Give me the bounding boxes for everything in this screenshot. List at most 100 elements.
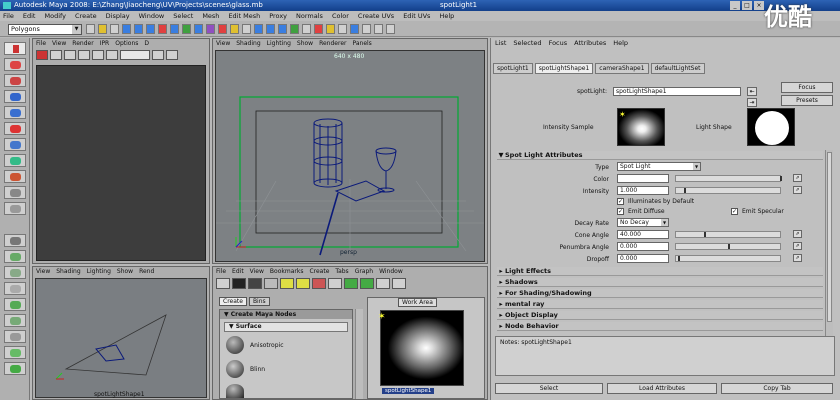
layout-outliner-button[interactable] <box>4 282 26 295</box>
go-to-input-icon[interactable]: ⇤ <box>747 87 757 96</box>
layout-hypershade-button[interactable] <box>4 266 26 279</box>
menu-file[interactable]: File <box>3 11 14 21</box>
menu-create-uvs[interactable]: Create UVs <box>358 11 394 21</box>
intensity-slider-handle[interactable] <box>684 188 686 193</box>
shadows-header[interactable]: ▸ Shadows <box>497 278 823 287</box>
menu-edit[interactable]: Edit <box>23 11 36 21</box>
node-blinn[interactable]: Blinn <box>226 360 265 378</box>
menu-create[interactable]: Create <box>75 11 97 21</box>
hs-clear-icon[interactable] <box>328 278 342 289</box>
render-icon[interactable] <box>36 50 48 60</box>
minimize-button[interactable]: _ <box>730 1 740 10</box>
layout-custom-button[interactable] <box>4 362 26 375</box>
layout-dope-sheet-button[interactable] <box>4 346 26 359</box>
layout-four-button[interactable] <box>4 202 26 215</box>
rv-menu-ipr[interactable]: IPR <box>100 39 110 48</box>
dropoff-map-button[interactable]: ⇗ <box>793 254 802 262</box>
menu-edit-uvs[interactable]: Edit UVs <box>403 11 430 21</box>
history-icon[interactable] <box>302 24 311 34</box>
lv-menu-lighting[interactable]: Lighting <box>87 267 111 276</box>
mask-dynamic-icon[interactable] <box>218 24 227 34</box>
persp-menu-view[interactable]: View <box>216 39 230 48</box>
select-object-icon[interactable] <box>134 24 143 34</box>
hs-menu-graph[interactable]: Graph <box>355 267 373 276</box>
cone-angle-map-button[interactable]: ⇗ <box>793 230 802 238</box>
ae-tab-camerashape1[interactable]: cameraShape1 <box>595 63 649 74</box>
layout-persp-outliner-button[interactable] <box>4 234 26 247</box>
mental-ray-header[interactable]: ▸ mental ray <box>497 300 823 309</box>
ae-scrollbar-thumb[interactable] <box>827 152 832 322</box>
menu-mesh[interactable]: Mesh <box>202 11 219 21</box>
type-dropdown[interactable]: Spot Light ▼ <box>617 162 701 171</box>
hs-tab-bins[interactable]: Bins <box>248 297 270 306</box>
intensity-map-button[interactable]: ⇗ <box>793 186 802 194</box>
remove-image-icon[interactable] <box>106 50 118 60</box>
color-swatch[interactable] <box>617 174 669 183</box>
presets-button[interactable]: Presets <box>781 95 833 106</box>
render-view-canvas[interactable] <box>36 65 206 261</box>
layout-single-button[interactable] <box>4 186 26 199</box>
ipr-render-icon[interactable] <box>326 24 335 34</box>
scale-tool-button[interactable] <box>4 122 26 135</box>
soft-mod-tool-button[interactable] <box>4 154 26 167</box>
hs-rearrange-icon[interactable] <box>376 278 390 289</box>
lv-menu-show[interactable]: Show <box>117 267 133 276</box>
penumbra-angle-field[interactable]: 0.000 <box>617 242 669 251</box>
persp-menu-renderer[interactable]: Renderer <box>319 39 346 48</box>
intensity-field[interactable]: 1.000 <box>617 186 669 195</box>
emit-diffuse-checkbox[interactable]: ✓ <box>617 208 624 215</box>
move-tool-button[interactable] <box>4 90 26 103</box>
color-slider-handle[interactable] <box>780 176 782 181</box>
rv-menu-display[interactable]: D <box>144 39 149 48</box>
hs-tab-create[interactable]: Create <box>219 297 247 306</box>
hs-graph-in-icon[interactable] <box>344 278 358 289</box>
shading-shadowing-header[interactable]: ▸ For Shading/Shadowing <box>497 289 823 298</box>
mask-curve-icon[interactable] <box>182 24 191 34</box>
menu-proxy[interactable]: Proxy <box>269 11 287 21</box>
tool-settings-toggle-icon[interactable] <box>386 24 395 34</box>
ae-menu-list[interactable]: List <box>495 38 506 48</box>
dropoff-slider-handle[interactable] <box>678 256 680 261</box>
hs-menu-window[interactable]: Window <box>379 267 403 276</box>
lasso-tool-button[interactable] <box>4 58 26 71</box>
rv-menu-options[interactable]: Options <box>115 39 138 48</box>
hs-toggle-create-icon[interactable] <box>216 278 230 289</box>
color-map-button[interactable]: ⇗ <box>793 174 802 182</box>
input-line-icon[interactable] <box>350 24 359 34</box>
persp-menu-lighting[interactable]: Lighting <box>267 39 291 48</box>
mask-deform-icon[interactable] <box>206 24 215 34</box>
node-anisotropic[interactable]: Anisotropic <box>226 336 284 354</box>
persp-menu-shading[interactable]: Shading <box>236 39 260 48</box>
load-attributes-button[interactable]: Load Attributes <box>607 383 717 394</box>
ae-menu-attributes[interactable]: Attributes <box>574 38 606 48</box>
copy-tab-button[interactable]: Copy Tab <box>721 383 833 394</box>
menu-window[interactable]: Window <box>139 11 165 21</box>
lv-menu-renderer[interactable]: Rend <box>139 267 154 276</box>
light-viewport[interactable]: spotLightShape1 <box>35 278 207 398</box>
dropoff-slider[interactable] <box>675 255 781 262</box>
snapshot-icon[interactable] <box>64 50 76 60</box>
open-scene-icon[interactable] <box>98 24 107 34</box>
emit-specular-checkbox[interactable]: ✓ <box>731 208 738 215</box>
lv-menu-shading[interactable]: Shading <box>56 267 80 276</box>
rv-menu-render[interactable]: Render <box>72 39 93 48</box>
region-icon[interactable] <box>78 50 90 60</box>
focus-button[interactable]: Focus <box>781 82 833 93</box>
mask-joint-icon[interactable] <box>170 24 179 34</box>
hs-frame-icon[interactable] <box>392 278 406 289</box>
menu-edit-mesh[interactable]: Edit Mesh <box>228 11 260 21</box>
mask-handle-icon[interactable] <box>158 24 167 34</box>
decay-rate-dropdown[interactable]: No Decay ▼ <box>617 218 669 227</box>
menu-set-selector[interactable]: Polygons ▼ <box>8 24 82 35</box>
ipr-icon[interactable] <box>50 50 62 60</box>
hs-menu-file[interactable]: File <box>216 267 226 276</box>
cone-angle-slider-handle[interactable] <box>704 232 706 237</box>
mask-surface-icon[interactable] <box>194 24 203 34</box>
penumbra-angle-slider-handle[interactable] <box>728 244 730 249</box>
cone-angle-slider[interactable] <box>675 231 781 238</box>
cone-angle-field[interactable]: 40.000 <box>617 230 669 239</box>
spotlight-swatch[interactable] <box>380 310 464 386</box>
penumbra-angle-map-button[interactable]: ⇗ <box>793 242 802 250</box>
dropoff-field[interactable]: 0.000 <box>617 254 669 263</box>
rv-menu-view[interactable]: View <box>52 39 66 48</box>
